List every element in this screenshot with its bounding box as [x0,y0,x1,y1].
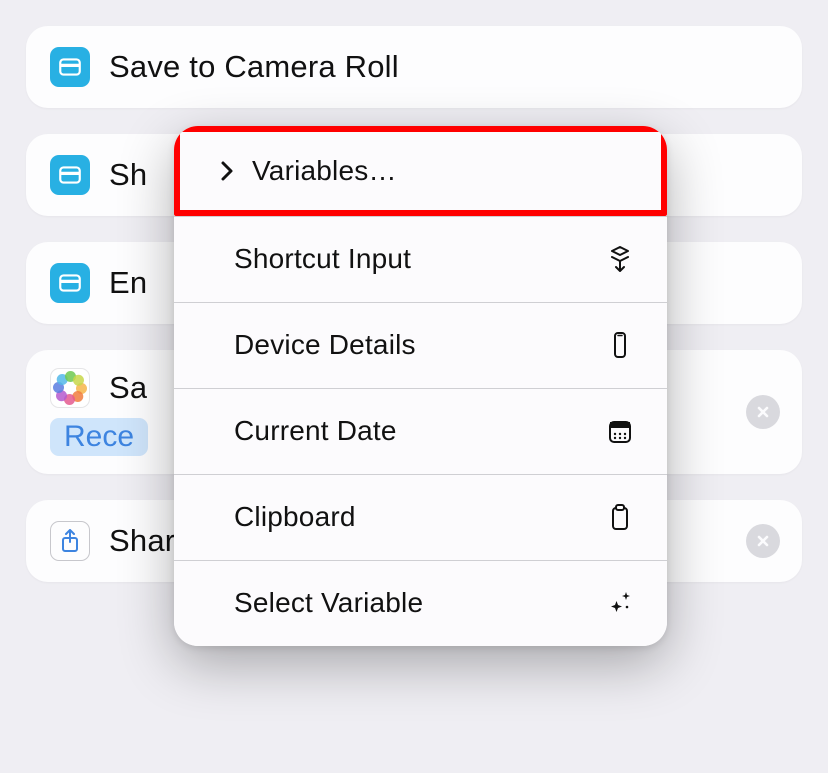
close-icon[interactable] [746,395,780,429]
sparkle-icon [603,589,637,617]
menu-item-label: Shortcut Input [234,243,411,275]
wallet-icon [50,155,90,195]
menu-item-label: Select Variable [234,587,423,619]
share-icon [50,521,90,561]
chevron-right-icon [214,160,240,182]
action-title: Sh [109,157,147,193]
wallet-icon [50,47,90,87]
menu-item-current-date[interactable]: Current Date [174,388,667,474]
variable-picker-menu: Variables… Shortcut Input Device Details… [174,126,667,646]
action-card-save-camera-roll[interactable]: Save to Camera Roll [26,26,802,108]
wallet-icon [50,263,90,303]
close-icon[interactable] [746,524,780,558]
menu-item-select-variable[interactable]: Select Variable [174,560,667,646]
layers-down-icon [603,245,637,273]
menu-item-shortcut-input[interactable]: Shortcut Input [174,216,667,302]
photos-icon [50,368,90,408]
phone-icon [603,331,637,359]
album-token[interactable]: Rece [50,418,148,456]
menu-item-label: Variables… [252,155,397,187]
action-title: Save to Camera Roll [109,49,399,85]
menu-item-label: Current Date [234,415,397,447]
menu-item-label: Clipboard [234,501,356,533]
calendar-icon [603,417,637,445]
menu-item-variables[interactable]: Variables… [174,126,667,216]
action-title: Sa [109,370,147,406]
menu-item-device-details[interactable]: Device Details [174,302,667,388]
menu-item-clipboard[interactable]: Clipboard [174,474,667,560]
menu-item-label: Device Details [234,329,416,361]
action-title: En [109,265,147,301]
clipboard-icon [603,503,637,531]
